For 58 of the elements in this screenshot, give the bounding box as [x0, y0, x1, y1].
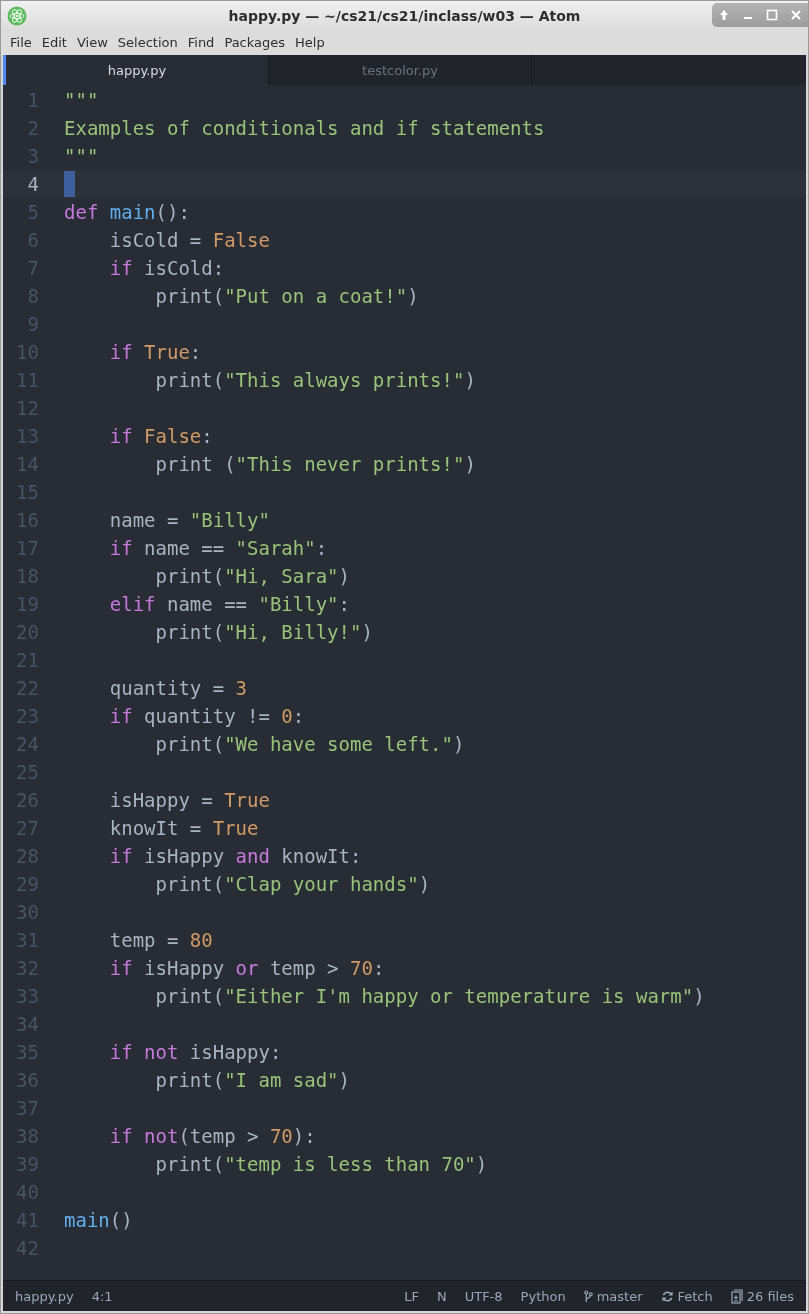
code-line: print("Either I'm happy or temperature is warm"): [154, 985, 705, 1007]
line-ending[interactable]: LF: [404, 1288, 419, 1304]
code-line: """: [64, 145, 99, 167]
code-line: if quantity != 0:: [108, 705, 305, 727]
code-line: print("Hi, Sara"): [154, 565, 350, 587]
cursor-position[interactable]: 4:1: [91, 1288, 113, 1304]
menu-item[interactable]: Selection: [112, 35, 183, 50]
menu-item[interactable]: Find: [182, 35, 220, 50]
code-line: if name == "Sarah":: [108, 537, 328, 559]
maximize-icon[interactable]: [766, 9, 778, 21]
code-line: print("This always prints!"): [154, 369, 476, 391]
code-line: main(): [64, 1209, 133, 1231]
text-cursor: [64, 171, 75, 197]
code-line: print ("This never prints!"): [154, 453, 476, 475]
code-line: name = "Billy": [108, 509, 270, 531]
code-line: print("temp is less than 70"): [154, 1153, 488, 1175]
code-line: knowIt = True: [108, 817, 259, 839]
code-line: print("Put on a coat!"): [154, 285, 419, 307]
code-line: if True:: [108, 341, 202, 363]
code-line: print("I am sad"): [154, 1069, 350, 1091]
files-icon: [730, 1288, 743, 1304]
code-line: isHappy = True: [108, 789, 270, 811]
file-count[interactable]: 26 files: [746, 1288, 794, 1304]
code-line: if isHappy and knowIt:: [108, 845, 362, 867]
code-line: if isCold:: [108, 257, 225, 279]
code-line: Examples of conditionals and if statements: [64, 117, 545, 139]
code-line: isCold = False: [108, 229, 270, 251]
code-line: quantity = 3: [108, 677, 248, 699]
menu-item[interactable]: View: [71, 35, 113, 50]
close-icon[interactable]: [790, 9, 802, 21]
code-line: if isHappy or temp > 70:: [108, 957, 385, 979]
code-line: """: [64, 89, 99, 111]
atom-logo-icon: [7, 6, 27, 26]
window-title: happy.py — ~/cs21/cs21/inclass/w03 — Atom: [228, 7, 581, 24]
code-line: print("We have some left."): [154, 733, 465, 755]
code-line: print("Clap your hands"): [154, 873, 431, 895]
encoding[interactable]: UTF-8: [464, 1288, 503, 1304]
menu-item[interactable]: Edit: [36, 35, 72, 50]
menu-item[interactable]: Help: [290, 35, 330, 50]
code-line: if not(temp > 70):: [108, 1125, 316, 1147]
refresh-icon: [660, 1289, 674, 1303]
status-file-name[interactable]: happy.py: [15, 1288, 74, 1304]
fetch-button[interactable]: Fetch: [677, 1288, 713, 1304]
code-line: elif name == "Billy":: [108, 593, 350, 615]
code-line: def main():: [64, 201, 190, 223]
branch-icon: [583, 1289, 593, 1303]
grammar[interactable]: Python: [520, 1288, 566, 1304]
code-line: if False:: [108, 425, 213, 447]
up-arrow-icon[interactable]: [718, 9, 730, 21]
code-line: if not isHappy:: [108, 1041, 282, 1063]
mode-indicator[interactable]: N: [436, 1288, 447, 1304]
branch-name[interactable]: master: [596, 1288, 643, 1304]
menu-item[interactable]: File: [5, 35, 37, 50]
menu-item[interactable]: Packages: [219, 35, 291, 50]
line-number: 4: [26, 173, 39, 195]
code-line: print("Hi, Billy!"): [154, 621, 373, 643]
file-tab[interactable]: happy.py: [3, 55, 269, 85]
code-line: temp = 80: [108, 929, 213, 951]
